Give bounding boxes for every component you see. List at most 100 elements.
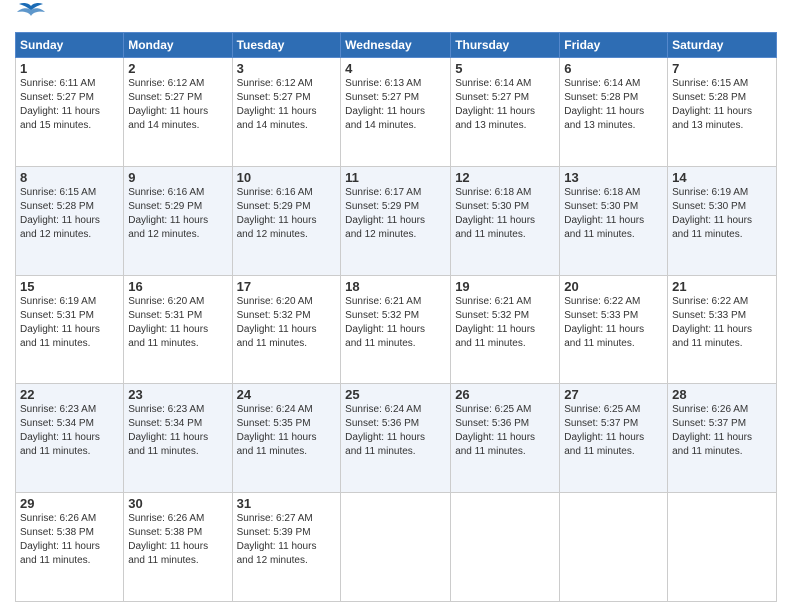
weekday-header-monday: Monday (124, 33, 232, 58)
day-cell (560, 493, 668, 602)
day-cell: 12 Sunrise: 6:18 AM Sunset: 5:30 PM Dayl… (451, 166, 560, 275)
day-info: Sunrise: 6:24 AM Sunset: 5:35 PM Dayligh… (237, 403, 337, 459)
day-number: 16 (128, 279, 227, 294)
logo-bird-icon (17, 2, 45, 24)
day-info: Sunrise: 6:20 AM Sunset: 5:32 PM Dayligh… (237, 295, 337, 351)
day-info: Sunrise: 6:19 AM Sunset: 5:31 PM Dayligh… (20, 295, 119, 351)
week-row-5: 29 Sunrise: 6:26 AM Sunset: 5:38 PM Dayl… (16, 493, 777, 602)
page: SundayMondayTuesdayWednesdayThursdayFrid… (0, 0, 792, 612)
day-number: 4 (345, 61, 446, 76)
day-cell: 2 Sunrise: 6:12 AM Sunset: 5:27 PM Dayli… (124, 58, 232, 167)
day-number: 15 (20, 279, 119, 294)
weekday-header-saturday: Saturday (668, 33, 777, 58)
day-cell: 4 Sunrise: 6:13 AM Sunset: 5:27 PM Dayli… (341, 58, 451, 167)
day-number: 6 (564, 61, 663, 76)
day-info: Sunrise: 6:11 AM Sunset: 5:27 PM Dayligh… (20, 77, 119, 133)
day-cell: 21 Sunrise: 6:22 AM Sunset: 5:33 PM Dayl… (668, 275, 777, 384)
day-cell: 16 Sunrise: 6:20 AM Sunset: 5:31 PM Dayl… (124, 275, 232, 384)
calendar-table: SundayMondayTuesdayWednesdayThursdayFrid… (15, 32, 777, 602)
day-number: 1 (20, 61, 119, 76)
day-info: Sunrise: 6:18 AM Sunset: 5:30 PM Dayligh… (564, 186, 663, 242)
day-number: 18 (345, 279, 446, 294)
week-row-4: 22 Sunrise: 6:23 AM Sunset: 5:34 PM Dayl… (16, 384, 777, 493)
day-cell: 13 Sunrise: 6:18 AM Sunset: 5:30 PM Dayl… (560, 166, 668, 275)
day-number: 22 (20, 387, 119, 402)
day-number: 7 (672, 61, 772, 76)
day-cell: 22 Sunrise: 6:23 AM Sunset: 5:34 PM Dayl… (16, 384, 124, 493)
day-cell: 15 Sunrise: 6:19 AM Sunset: 5:31 PM Dayl… (16, 275, 124, 384)
day-info: Sunrise: 6:23 AM Sunset: 5:34 PM Dayligh… (128, 403, 227, 459)
day-cell: 28 Sunrise: 6:26 AM Sunset: 5:37 PM Dayl… (668, 384, 777, 493)
day-cell: 23 Sunrise: 6:23 AM Sunset: 5:34 PM Dayl… (124, 384, 232, 493)
weekday-header-sunday: Sunday (16, 33, 124, 58)
day-info: Sunrise: 6:19 AM Sunset: 5:30 PM Dayligh… (672, 186, 772, 242)
day-number: 29 (20, 496, 119, 511)
day-number: 25 (345, 387, 446, 402)
day-number: 13 (564, 170, 663, 185)
day-number: 11 (345, 170, 446, 185)
day-number: 5 (455, 61, 555, 76)
day-info: Sunrise: 6:12 AM Sunset: 5:27 PM Dayligh… (128, 77, 227, 133)
day-number: 19 (455, 279, 555, 294)
weekday-header-friday: Friday (560, 33, 668, 58)
day-cell: 14 Sunrise: 6:19 AM Sunset: 5:30 PM Dayl… (668, 166, 777, 275)
logo (15, 10, 45, 24)
day-number: 27 (564, 387, 663, 402)
day-info: Sunrise: 6:27 AM Sunset: 5:39 PM Dayligh… (237, 512, 337, 568)
day-cell: 29 Sunrise: 6:26 AM Sunset: 5:38 PM Dayl… (16, 493, 124, 602)
weekday-header-tuesday: Tuesday (232, 33, 341, 58)
day-number: 17 (237, 279, 337, 294)
day-cell: 24 Sunrise: 6:24 AM Sunset: 5:35 PM Dayl… (232, 384, 341, 493)
weekday-header-row: SundayMondayTuesdayWednesdayThursdayFrid… (16, 33, 777, 58)
day-cell: 1 Sunrise: 6:11 AM Sunset: 5:27 PM Dayli… (16, 58, 124, 167)
day-number: 14 (672, 170, 772, 185)
day-cell: 7 Sunrise: 6:15 AM Sunset: 5:28 PM Dayli… (668, 58, 777, 167)
day-cell: 31 Sunrise: 6:27 AM Sunset: 5:39 PM Dayl… (232, 493, 341, 602)
day-info: Sunrise: 6:14 AM Sunset: 5:28 PM Dayligh… (564, 77, 663, 133)
day-info: Sunrise: 6:18 AM Sunset: 5:30 PM Dayligh… (455, 186, 555, 242)
day-number: 24 (237, 387, 337, 402)
day-cell: 27 Sunrise: 6:25 AM Sunset: 5:37 PM Dayl… (560, 384, 668, 493)
day-number: 10 (237, 170, 337, 185)
day-info: Sunrise: 6:15 AM Sunset: 5:28 PM Dayligh… (672, 77, 772, 133)
day-number: 9 (128, 170, 227, 185)
day-info: Sunrise: 6:20 AM Sunset: 5:31 PM Dayligh… (128, 295, 227, 351)
day-cell: 8 Sunrise: 6:15 AM Sunset: 5:28 PM Dayli… (16, 166, 124, 275)
day-number: 8 (20, 170, 119, 185)
weekday-header-wednesday: Wednesday (341, 33, 451, 58)
day-info: Sunrise: 6:23 AM Sunset: 5:34 PM Dayligh… (20, 403, 119, 459)
day-info: Sunrise: 6:26 AM Sunset: 5:38 PM Dayligh… (128, 512, 227, 568)
day-info: Sunrise: 6:25 AM Sunset: 5:37 PM Dayligh… (564, 403, 663, 459)
day-cell: 20 Sunrise: 6:22 AM Sunset: 5:33 PM Dayl… (560, 275, 668, 384)
day-info: Sunrise: 6:22 AM Sunset: 5:33 PM Dayligh… (564, 295, 663, 351)
day-info: Sunrise: 6:14 AM Sunset: 5:27 PM Dayligh… (455, 77, 555, 133)
week-row-2: 8 Sunrise: 6:15 AM Sunset: 5:28 PM Dayli… (16, 166, 777, 275)
day-cell: 6 Sunrise: 6:14 AM Sunset: 5:28 PM Dayli… (560, 58, 668, 167)
day-info: Sunrise: 6:16 AM Sunset: 5:29 PM Dayligh… (237, 186, 337, 242)
day-info: Sunrise: 6:22 AM Sunset: 5:33 PM Dayligh… (672, 295, 772, 351)
day-number: 21 (672, 279, 772, 294)
header (15, 10, 777, 24)
day-cell (451, 493, 560, 602)
day-number: 20 (564, 279, 663, 294)
day-cell: 26 Sunrise: 6:25 AM Sunset: 5:36 PM Dayl… (451, 384, 560, 493)
day-number: 12 (455, 170, 555, 185)
weekday-header-thursday: Thursday (451, 33, 560, 58)
day-cell: 17 Sunrise: 6:20 AM Sunset: 5:32 PM Dayl… (232, 275, 341, 384)
day-info: Sunrise: 6:21 AM Sunset: 5:32 PM Dayligh… (345, 295, 446, 351)
day-info: Sunrise: 6:26 AM Sunset: 5:37 PM Dayligh… (672, 403, 772, 459)
day-cell: 25 Sunrise: 6:24 AM Sunset: 5:36 PM Dayl… (341, 384, 451, 493)
day-number: 23 (128, 387, 227, 402)
day-number: 30 (128, 496, 227, 511)
day-cell (668, 493, 777, 602)
day-cell: 9 Sunrise: 6:16 AM Sunset: 5:29 PM Dayli… (124, 166, 232, 275)
day-cell: 5 Sunrise: 6:14 AM Sunset: 5:27 PM Dayli… (451, 58, 560, 167)
day-info: Sunrise: 6:12 AM Sunset: 5:27 PM Dayligh… (237, 77, 337, 133)
day-number: 3 (237, 61, 337, 76)
day-number: 28 (672, 387, 772, 402)
day-info: Sunrise: 6:13 AM Sunset: 5:27 PM Dayligh… (345, 77, 446, 133)
day-info: Sunrise: 6:15 AM Sunset: 5:28 PM Dayligh… (20, 186, 119, 242)
week-row-3: 15 Sunrise: 6:19 AM Sunset: 5:31 PM Dayl… (16, 275, 777, 384)
day-info: Sunrise: 6:16 AM Sunset: 5:29 PM Dayligh… (128, 186, 227, 242)
day-cell: 11 Sunrise: 6:17 AM Sunset: 5:29 PM Dayl… (341, 166, 451, 275)
